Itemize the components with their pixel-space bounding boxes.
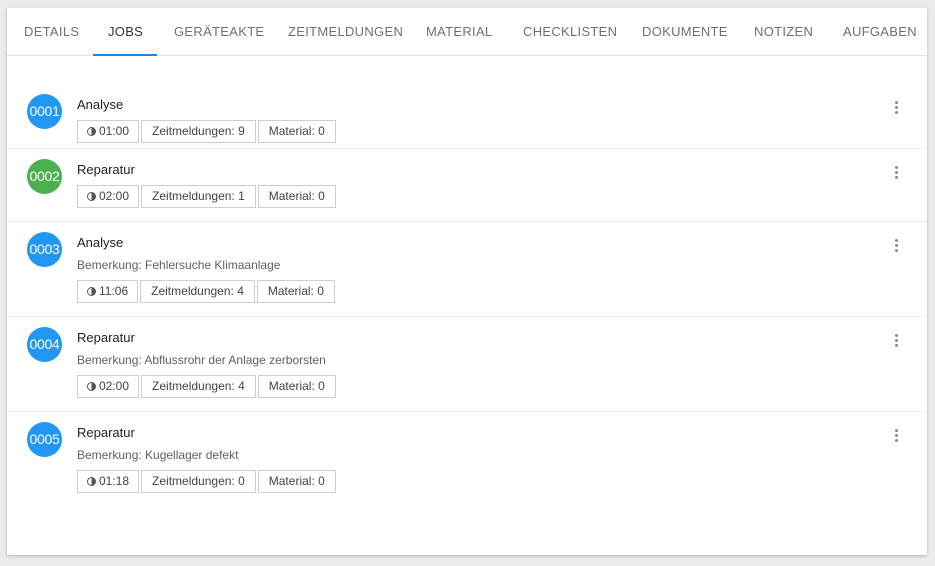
- job-card: DETAILS JOBS GERÄTEAKTE ZEITMELDUNGEN MA…: [7, 8, 927, 555]
- job-remark: Bemerkung: Kugellager defekt: [77, 448, 239, 462]
- tab-dokumente[interactable]: DOKUMENTE: [642, 8, 728, 55]
- more-vert-icon[interactable]: [890, 101, 904, 117]
- tab-material[interactable]: MATERIAL: [426, 8, 492, 55]
- material-chip[interactable]: Material: 0: [257, 120, 336, 143]
- clock-icon: [87, 477, 96, 486]
- clock-icon: [87, 127, 96, 136]
- job-title: Reparatur: [77, 162, 135, 177]
- clock-icon: [87, 287, 96, 296]
- job-number-badge: 0002: [27, 159, 62, 194]
- job-remark: Bemerkung: Abflussrohr der Anlage zerbor…: [77, 353, 326, 367]
- job-title: Analyse: [77, 97, 124, 112]
- time-chip[interactable]: 01:00: [77, 120, 140, 143]
- time-value: 02:00: [99, 379, 130, 393]
- more-vert-icon[interactable]: [890, 429, 904, 445]
- job-chips: 11:06 Zeitmeldungen: 4 Material: 0: [77, 280, 337, 303]
- tab-aufgaben[interactable]: AUFGABEN: [843, 8, 917, 55]
- tab-notizen[interactable]: NOTIZEN: [754, 8, 813, 55]
- time-value: 01:00: [99, 124, 130, 138]
- job-chips: 01:00 Zeitmeldungen: 9 Material: 0: [77, 120, 338, 143]
- material-chip[interactable]: Material: 0: [257, 375, 336, 398]
- zeitmeldungen-chip[interactable]: Zeitmeldungen: 0: [141, 470, 256, 493]
- job-chips: 02:00 Zeitmeldungen: 1 Material: 0: [77, 185, 338, 208]
- time-chip[interactable]: 01:18: [77, 470, 140, 493]
- clock-icon: [87, 382, 96, 391]
- material-chip[interactable]: Material: 0: [257, 185, 336, 208]
- job-number-badge: 0004: [27, 327, 62, 362]
- job-row[interactable]: 0002 Reparatur 02:00 Zeitmeldungen: 1 Materi…: [7, 149, 927, 222]
- job-remark: Bemerkung: Fehlersuche Klimaanlage: [77, 258, 281, 272]
- time-value: 02:00: [99, 189, 130, 203]
- more-vert-icon[interactable]: [890, 166, 904, 182]
- more-vert-icon[interactable]: [890, 239, 904, 255]
- time-value: 11:06: [99, 284, 129, 298]
- zeitmeldungen-chip[interactable]: Zeitmeldungen: 4: [140, 280, 255, 303]
- material-chip[interactable]: Material: 0: [257, 470, 336, 493]
- zeitmeldungen-chip[interactable]: Zeitmeldungen: 9: [141, 120, 256, 143]
- job-chips: 02:00 Zeitmeldungen: 4 Material: 0: [77, 375, 338, 398]
- job-row[interactable]: 0004 Reparatur Bemerkung: Abflussrohr der …: [7, 317, 927, 412]
- job-title: Reparatur: [77, 425, 135, 440]
- zeitmeldungen-chip[interactable]: Zeitmeldungen: 1: [141, 185, 256, 208]
- job-number-badge: 0001: [27, 94, 62, 129]
- tab-details[interactable]: DETAILS: [24, 8, 79, 55]
- job-row[interactable]: 0005 Reparatur Bemerkung: Kugellager defek…: [7, 412, 927, 507]
- material-chip[interactable]: Material: 0: [256, 280, 335, 303]
- clock-icon: [87, 192, 96, 201]
- time-chip[interactable]: 11:06: [77, 280, 139, 303]
- tab-bar: DETAILS JOBS GERÄTEAKTE ZEITMELDUNGEN MA…: [7, 8, 927, 56]
- tab-geraeteakte[interactable]: GERÄTEAKTE: [174, 8, 264, 55]
- job-number-badge: 0005: [27, 422, 62, 457]
- time-chip[interactable]: 02:00: [77, 375, 140, 398]
- zeitmeldungen-chip[interactable]: Zeitmeldungen: 4: [141, 375, 256, 398]
- job-number-badge: 0003: [27, 232, 62, 267]
- tab-checklisten[interactable]: CHECKLISTEN: [523, 8, 617, 55]
- time-value: 01:18: [99, 474, 130, 488]
- tab-zeitmeldungen[interactable]: ZEITMELDUNGEN: [288, 8, 403, 55]
- job-title: Analyse: [77, 235, 124, 250]
- job-row[interactable]: 0001 Analyse 01:00 Zeitmeldungen: 9 Material…: [7, 56, 927, 149]
- time-chip[interactable]: 02:00: [77, 185, 140, 208]
- job-row[interactable]: 0003 Analyse Bemerkung: Fehlersuche Klimaa…: [7, 222, 927, 317]
- more-vert-icon[interactable]: [890, 334, 904, 350]
- job-title: Reparatur: [77, 330, 135, 345]
- tab-jobs[interactable]: JOBS: [108, 8, 143, 55]
- job-chips: 01:18 Zeitmeldungen: 0 Material: 0: [77, 470, 338, 493]
